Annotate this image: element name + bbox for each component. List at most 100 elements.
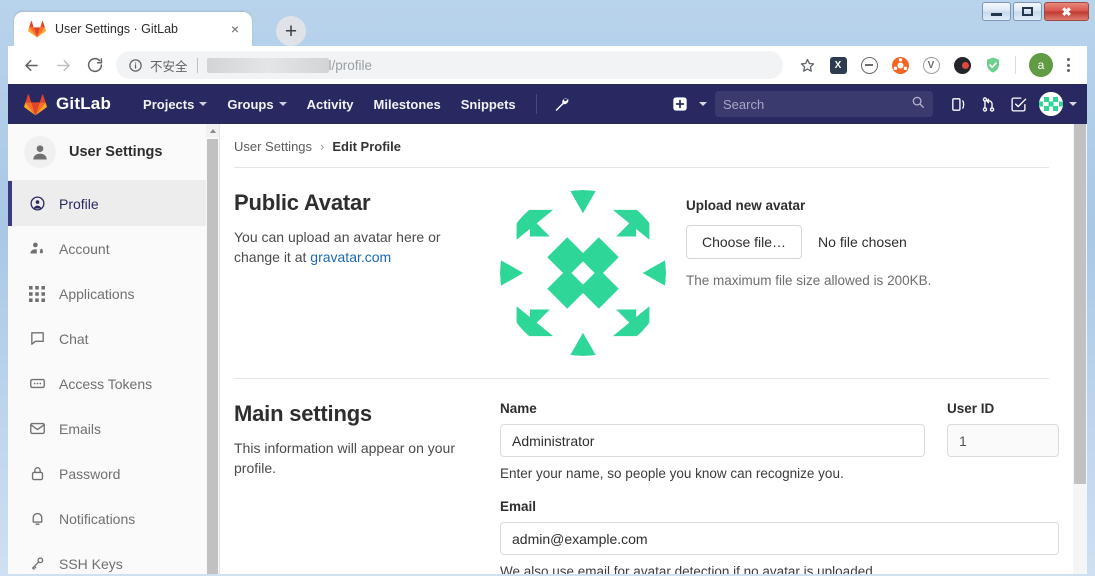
browser-profile-avatar[interactable]: a xyxy=(1029,53,1053,77)
email-field-group: Email We also use email for avatar detec… xyxy=(500,499,1059,574)
user-id-label: User ID xyxy=(947,401,995,416)
sidebar-title: User Settings xyxy=(69,144,163,160)
gitlab-brand-text[interactable]: GitLab xyxy=(56,94,111,114)
close-window-button[interactable]: ✖ xyxy=(1044,2,1089,21)
content-scrollbar-thumb[interactable] xyxy=(1074,124,1086,484)
name-userid-row: Name Enter your name, so people you know… xyxy=(500,401,1059,481)
maximize-button[interactable] xyxy=(1013,2,1042,21)
email-help-text: We also use email for avatar detection i… xyxy=(500,564,877,574)
sidebar-item-profile[interactable]: Profile xyxy=(8,181,219,226)
sidebar-item-account[interactable]: Account xyxy=(8,226,219,271)
user-id-input xyxy=(947,424,1059,457)
gitlab-logo-icon[interactable] xyxy=(24,93,47,116)
extension-shield-icon[interactable] xyxy=(980,52,1006,78)
extension-dark-icon[interactable] xyxy=(949,52,975,78)
choose-file-button[interactable]: Choose file… xyxy=(686,225,803,259)
avatar-preview xyxy=(500,190,666,356)
sidebar-item-access-tokens-label: Access Tokens xyxy=(59,375,153,392)
main-settings-description-column: Main settings This information will appe… xyxy=(234,401,500,574)
ssh-keys-icon xyxy=(28,555,46,573)
extension-v-icon[interactable]: V xyxy=(918,52,944,78)
nav-item-projects-label: Projects xyxy=(143,96,195,112)
bookmark-star-icon[interactable] xyxy=(794,52,820,78)
plus-square-icon[interactable] xyxy=(665,89,695,119)
chevron-down-icon[interactable] xyxy=(1069,102,1077,106)
todos-icon[interactable] xyxy=(1003,89,1033,119)
sidebar-item-password[interactable]: Password xyxy=(8,451,219,496)
new-dropdown-button[interactable] xyxy=(665,89,707,119)
search-box[interactable] xyxy=(715,91,933,117)
public-avatar-description-column: Public Avatar You can upload an avatar h… xyxy=(234,190,500,356)
breadcrumb: User Settings › Edit Profile xyxy=(234,124,1049,168)
nav-item-milestones[interactable]: Milestones xyxy=(364,97,451,112)
emails-icon xyxy=(28,420,46,438)
user-avatar[interactable] xyxy=(1039,92,1063,116)
notifications-icon xyxy=(28,510,46,528)
sidebar-header[interactable]: User Settings xyxy=(8,124,219,181)
search-icon[interactable] xyxy=(911,95,925,114)
max-file-size-hint: The maximum file size allowed is 200KB. xyxy=(686,273,932,288)
sidebar-scrollbar[interactable] xyxy=(206,124,219,574)
browser-toolbar: 不安全 l/profile X V a xyxy=(8,46,1087,84)
browser-tab[interactable]: User Settings · GitLab × xyxy=(14,12,252,46)
settings-sidebar: User Settings Profile Account Applicatio… xyxy=(8,124,220,574)
content-inner: User Settings › Edit Profile Public Avat… xyxy=(220,124,1087,574)
upload-controls: Upload new avatar Choose file… No file c… xyxy=(686,190,1059,356)
address-bar[interactable]: 不安全 l/profile xyxy=(116,51,783,79)
sidebar-item-emails[interactable]: Emails xyxy=(8,406,219,451)
nav-item-groups[interactable]: Groups xyxy=(217,97,296,112)
public-avatar-description: You can upload an avatar here or change … xyxy=(234,227,476,268)
sidebar-item-notifications-label: Notifications xyxy=(59,510,136,527)
account-icon xyxy=(28,240,46,258)
settings-content: User Settings › Edit Profile Public Avat… xyxy=(220,124,1087,574)
public-avatar-section: Public Avatar You can upload an avatar h… xyxy=(234,168,1059,356)
page-viewport: GitLab Projects Groups Activity Mileston… xyxy=(8,84,1087,574)
sidebar-item-applications[interactable]: Applications xyxy=(8,271,219,316)
email-row: Email We also use email for avatar detec… xyxy=(500,499,1059,574)
name-field-group: Name Enter your name, so people you know… xyxy=(500,401,925,481)
name-input[interactable] xyxy=(500,424,925,457)
reload-icon[interactable] xyxy=(80,50,110,80)
breadcrumb-separator: › xyxy=(320,139,325,154)
extension-x-icon[interactable]: X xyxy=(825,52,851,78)
issues-icon[interactable] xyxy=(943,89,973,119)
search-input[interactable] xyxy=(723,96,911,112)
nav-item-snippets[interactable]: Snippets xyxy=(451,97,526,112)
browser-menu-icon[interactable] xyxy=(1057,52,1079,78)
file-picker-row: Choose file… No file chosen xyxy=(686,225,1059,259)
tab-close-icon[interactable]: × xyxy=(226,20,244,38)
scroll-up-arrow-icon[interactable] xyxy=(206,124,219,137)
sidebar-scrollbar-thumb[interactable] xyxy=(207,139,218,574)
sidebar-item-chat[interactable]: Chat xyxy=(8,316,219,361)
toolbar-divider xyxy=(1015,56,1016,74)
sidebar-item-password-label: Password xyxy=(59,465,121,482)
tab-strip: User Settings · GitLab × + xyxy=(14,12,945,46)
gravatar-link[interactable]: gravatar.com xyxy=(310,249,391,265)
window-controls: ✖ xyxy=(982,2,1089,21)
breadcrumb-root[interactable]: User Settings xyxy=(234,139,312,154)
name-label: Name xyxy=(500,401,537,416)
merge-requests-icon[interactable] xyxy=(973,89,1003,119)
nav-item-projects[interactable]: Projects xyxy=(133,97,217,112)
extension-dash-icon[interactable] xyxy=(856,52,882,78)
public-avatar-title: Public Avatar xyxy=(234,190,371,215)
nav-item-activity[interactable]: Activity xyxy=(297,97,364,112)
name-help-text: Enter your name, so people you know can … xyxy=(500,466,844,481)
extension-orange-icon[interactable] xyxy=(887,52,913,78)
email-input[interactable] xyxy=(500,522,1059,555)
page-body: User Settings Profile Account Applicatio… xyxy=(8,124,1087,574)
sidebar-item-access-tokens[interactable]: Access Tokens xyxy=(8,361,219,406)
sidebar-item-ssh-keys[interactable]: SSH Keys xyxy=(8,541,219,574)
applications-icon xyxy=(28,285,46,303)
profile-icon xyxy=(28,195,46,213)
title-bar: ✖ User Settings · GitLab × + xyxy=(0,0,1095,46)
forward-icon[interactable] xyxy=(48,50,78,80)
sidebar-item-notifications[interactable]: Notifications xyxy=(8,496,219,541)
back-icon[interactable] xyxy=(16,50,46,80)
minimize-button[interactable] xyxy=(982,2,1011,21)
new-tab-button[interactable]: + xyxy=(276,16,306,46)
site-info-icon[interactable] xyxy=(128,58,143,73)
wrench-icon[interactable] xyxy=(547,89,577,119)
chevron-down-icon xyxy=(199,102,208,106)
content-scrollbar[interactable] xyxy=(1073,124,1087,574)
